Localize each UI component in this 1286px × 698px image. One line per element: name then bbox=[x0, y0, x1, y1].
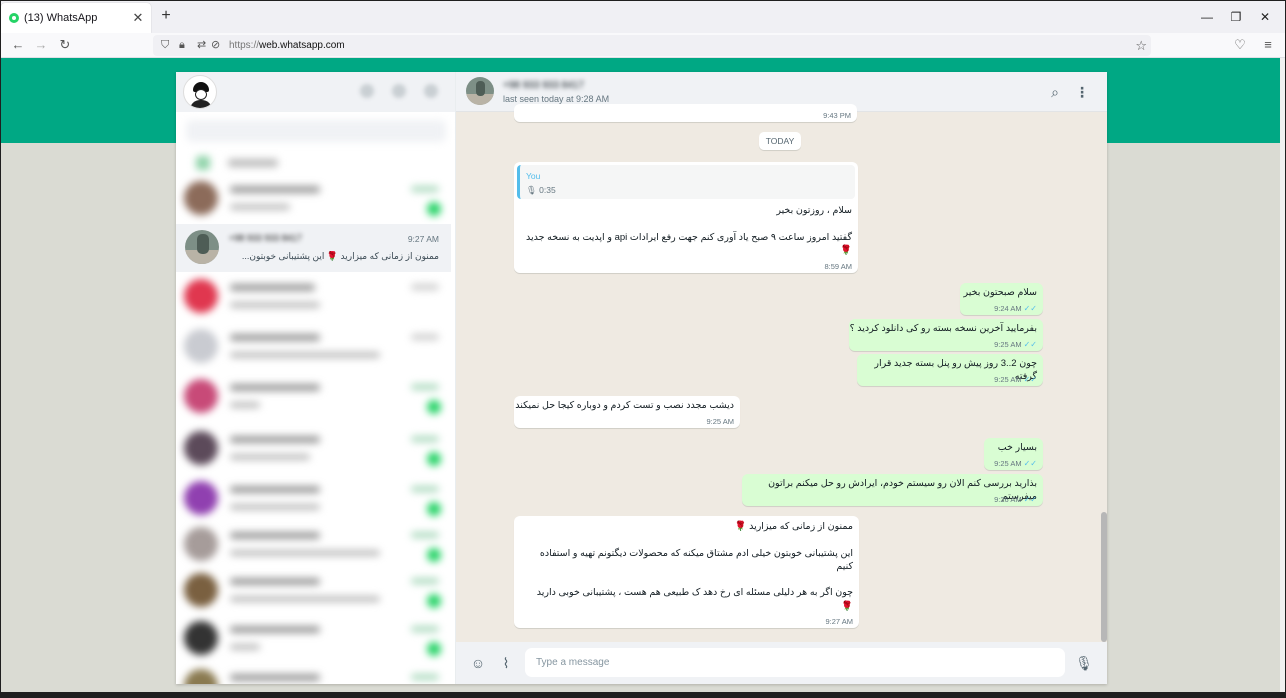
my-avatar[interactable] bbox=[183, 75, 217, 109]
mic-small-icon: 🎙︎ 0:35 bbox=[526, 185, 556, 195]
new-chat-icon[interactable] bbox=[392, 84, 406, 98]
list-item[interactable] bbox=[176, 272, 451, 324]
mic-icon[interactable]: 🎙︎ bbox=[1074, 653, 1094, 673]
whatsapp-favicon-icon bbox=[9, 13, 19, 23]
chat-name: +98 933 933 8417 bbox=[229, 233, 302, 243]
lock-icon[interactable]: 🔒︎ bbox=[179, 37, 185, 54]
reload-icon[interactable]: ↻ bbox=[54, 35, 76, 55]
search-chats-input[interactable] bbox=[186, 120, 446, 142]
message-bubble[interactable]: بسیار خب 9:25 AM ✓✓ bbox=[984, 438, 1043, 470]
sidebar-menu-icon[interactable] bbox=[424, 84, 438, 98]
list-item[interactable] bbox=[176, 566, 451, 618]
active-chat-row[interactable]: +98 933 933 8417 9:27 AM ممنون از زمانی … bbox=[176, 224, 451, 272]
list-item[interactable] bbox=[176, 174, 451, 226]
contact-avatar[interactable] bbox=[466, 77, 494, 105]
chat-list-sidebar: +98 933 933 8417 9:27 AM ممنون از زمانی … bbox=[176, 72, 456, 684]
star-icon[interactable]: ☆ bbox=[1135, 36, 1147, 55]
emoji-icon[interactable]: ☺ bbox=[468, 653, 488, 673]
list-item[interactable] bbox=[176, 372, 451, 424]
date-divider: TODAY bbox=[759, 132, 801, 150]
conversation-scrollbar[interactable] bbox=[1101, 512, 1107, 642]
tracking-icon[interactable]: ⊘ bbox=[211, 37, 220, 54]
list-item[interactable] bbox=[176, 614, 451, 666]
url-text[interactable]: https://web.whatsapp.com bbox=[229, 35, 345, 56]
whatsapp-app: +98 933 933 8417 9:27 AM ممنون از زمانی … bbox=[176, 72, 1107, 684]
address-bar[interactable]: ⛉ 🔒︎ ⇄ ⊘ https://web.whatsapp.com ☆ bbox=[153, 35, 1151, 56]
message-input[interactable] bbox=[525, 648, 1065, 677]
pocket-icon[interactable]: ♡ bbox=[1229, 35, 1251, 55]
last-seen: last seen today at 9:28 AM bbox=[503, 94, 610, 104]
list-item[interactable] bbox=[176, 520, 451, 572]
back-arrow-icon[interactable]: ← bbox=[7, 35, 29, 55]
message-list: 9:43 PM TODAY You 🎙︎ 0:35 سلام ، روزتون … bbox=[456, 104, 1107, 642]
message-bubble[interactable]: بذارید بررسی کنم الان رو سیستم خودم، ایر… bbox=[742, 474, 1043, 506]
browser-tab[interactable]: (13) WhatsApp ✕ bbox=[1, 3, 151, 33]
message-bubble[interactable]: بفرمایید آخرین نسخه بسته رو کی دانلود کر… bbox=[849, 319, 1043, 351]
message-bubble[interactable]: چون 2..3 روز پیش رو پنل بسته جدید قرار گ… bbox=[857, 354, 1043, 386]
close-window-button[interactable]: ✕ bbox=[1251, 7, 1279, 27]
tab-close-icon[interactable]: ✕ bbox=[131, 10, 145, 26]
browser-tab-bar: (13) WhatsApp ✕ + — ❐ ✕ bbox=[1, 1, 1285, 33]
message-bubble[interactable]: You 🎙︎ 0:35 سلام ، روزتون بخیر گفتید امر… bbox=[514, 162, 858, 273]
restore-button[interactable]: ❐ bbox=[1222, 7, 1250, 27]
page-scrollbar[interactable] bbox=[1280, 58, 1285, 692]
permissions-icon[interactable]: ⇄ bbox=[197, 37, 206, 54]
shield-icon[interactable]: ⛉ bbox=[161, 37, 169, 54]
message-bubble[interactable]: سلام صبحتون بخیر 9:24 AM ✓✓ bbox=[960, 283, 1043, 315]
status-icon[interactable] bbox=[360, 84, 374, 98]
message-bubble[interactable]: دیشب مجدد نصب و تست کردم و دوباره کیجا ح… bbox=[514, 396, 740, 428]
menu-icon[interactable]: ≡ bbox=[1257, 35, 1279, 55]
list-item[interactable] bbox=[176, 322, 451, 374]
browser-nav-bar: ← → ↻ ⛉ 🔒︎ ⇄ ⊘ https://web.whatsapp.com … bbox=[1, 33, 1285, 58]
message-bubble[interactable]: ممنون از زمانی که میزارید 🌹 این پشتیبانی… bbox=[514, 516, 859, 628]
list-item[interactable] bbox=[176, 424, 451, 476]
list-item[interactable] bbox=[176, 474, 451, 526]
chat-time: 9:27 AM bbox=[407, 234, 439, 244]
conversation-pane: +98 933 933 8417 last seen today at 9:28… bbox=[456, 72, 1107, 684]
minimize-button[interactable]: — bbox=[1193, 7, 1221, 27]
contact-avatar bbox=[185, 230, 219, 264]
tab-title: (13) WhatsApp bbox=[24, 12, 98, 24]
new-tab-button[interactable]: + bbox=[157, 7, 175, 25]
chat-preview: ممنون از زمانی که میزارید 🌹 این پشتیبانی… bbox=[241, 251, 439, 261]
page-background: +98 933 933 8417 9:27 AM ممنون از زمانی … bbox=[1, 58, 1280, 692]
list-item[interactable] bbox=[176, 662, 451, 684]
attach-icon[interactable]: ⌇ bbox=[496, 653, 516, 673]
quoted-voice-message[interactable]: You 🎙︎ 0:35 bbox=[517, 165, 855, 199]
search-icon[interactable]: ⌕ bbox=[1045, 82, 1065, 102]
message-bubble[interactable]: 9:43 PM bbox=[514, 104, 857, 122]
sidebar-header bbox=[176, 72, 455, 112]
compose-bar: ☺ ⌇ 🎙︎ bbox=[456, 642, 1107, 684]
contact-name[interactable]: +98 933 933 8417 bbox=[503, 80, 584, 91]
more-icon[interactable]: ⋮ bbox=[1072, 82, 1092, 102]
forward-arrow-icon[interactable]: → bbox=[30, 35, 52, 55]
